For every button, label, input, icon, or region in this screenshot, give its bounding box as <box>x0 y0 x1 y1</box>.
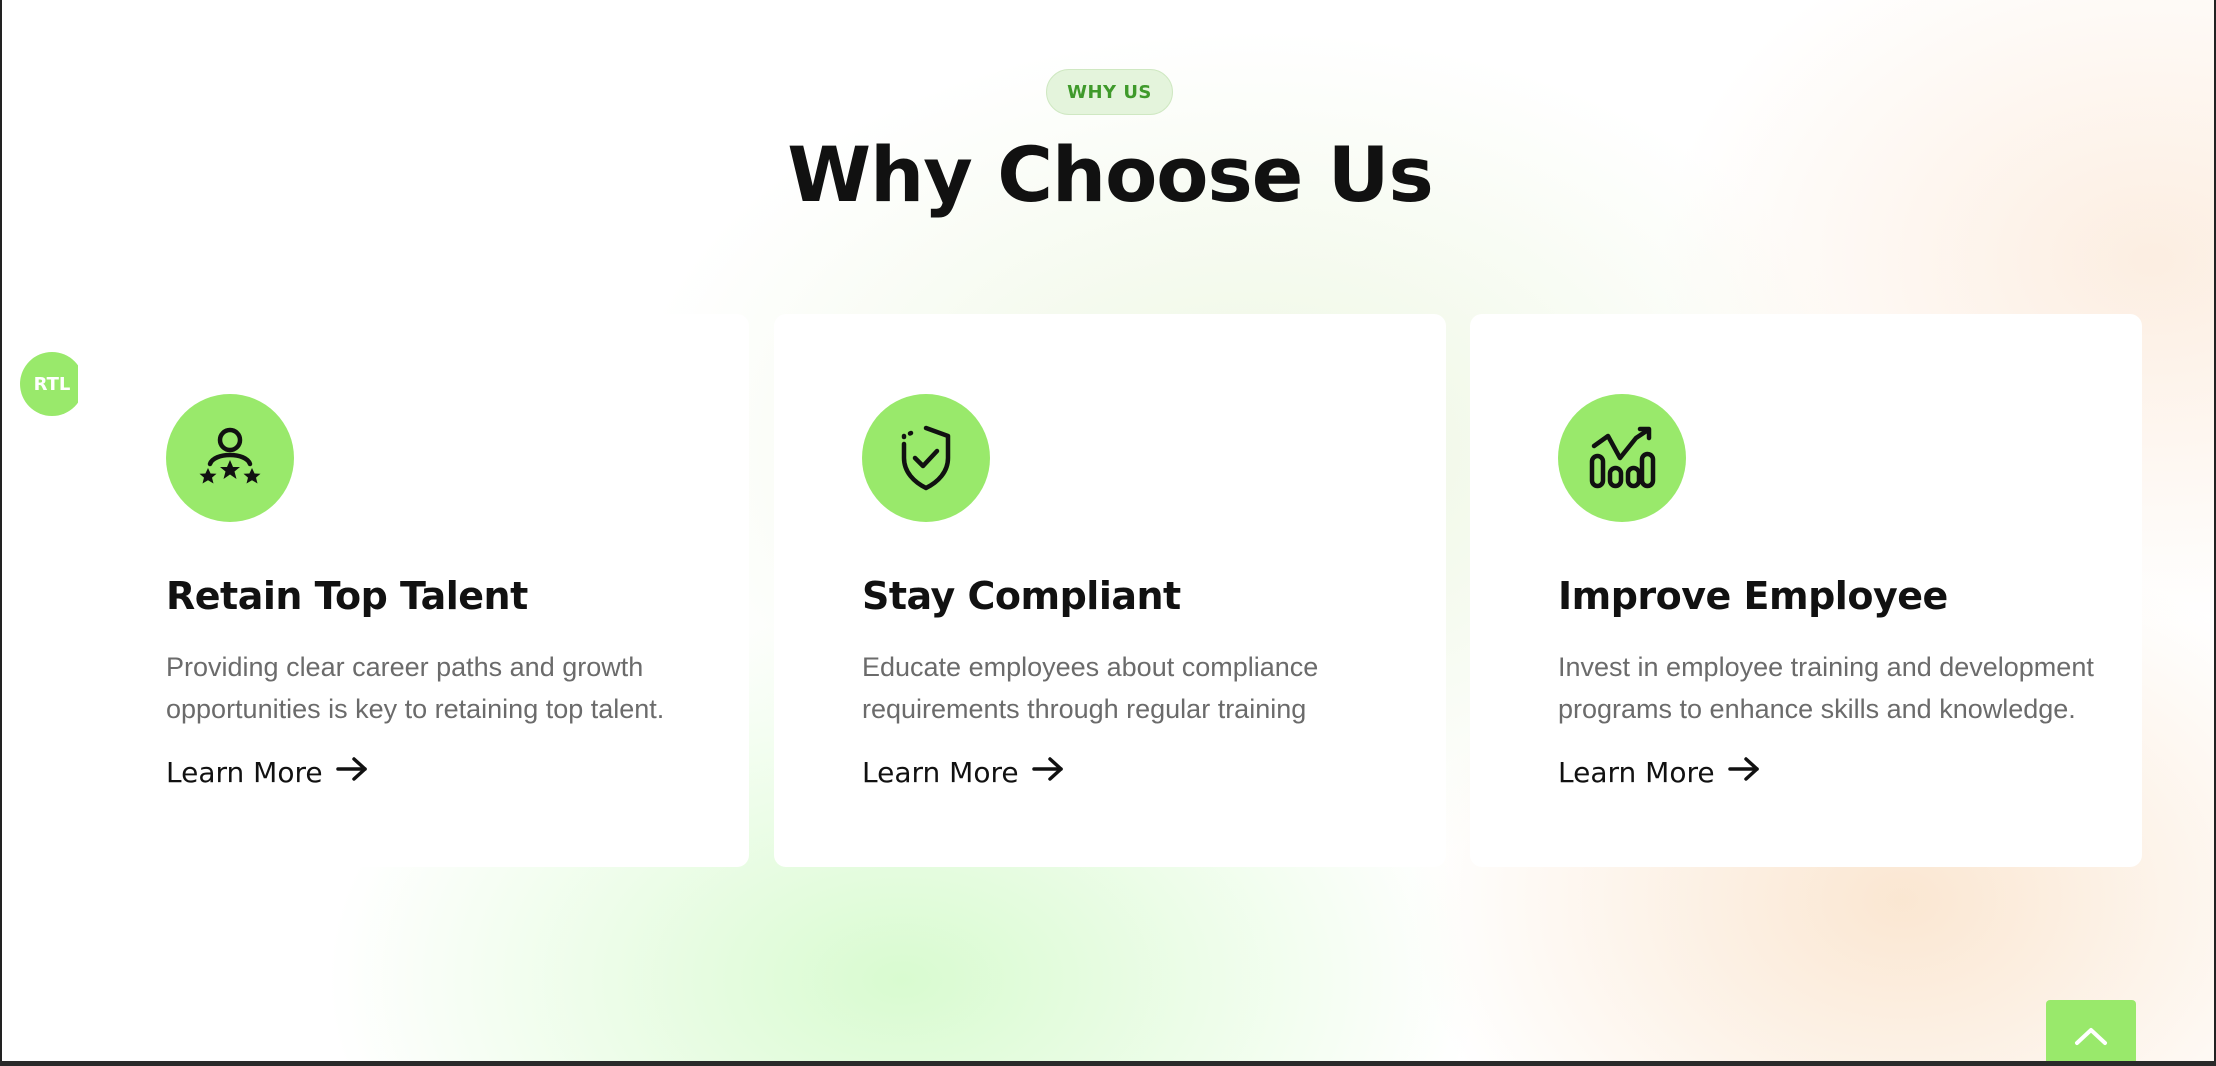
arrow-right-icon <box>335 756 369 789</box>
feature-card-retain-talent: Retain Top Talent Providing clear career… <box>78 314 749 867</box>
chevron-up-icon <box>2075 1028 2107 1045</box>
why-choose-us-section: WHY US Why Choose Us RTL Retain Top Tale… <box>0 0 2216 1061</box>
feature-icon-circle <box>1558 394 1686 522</box>
window-bottom-border <box>0 1061 2216 1066</box>
feature-icon-circle <box>862 394 990 522</box>
feature-icon-circle <box>166 394 294 522</box>
learn-more-label: Learn More <box>862 756 1019 789</box>
feature-card-improve-employee: Improve Employee Invest in employee trai… <box>1470 314 2142 867</box>
card-title: Improve Employee <box>1558 574 1948 618</box>
learn-more-link[interactable]: Learn More <box>1558 756 1761 789</box>
learn-more-label: Learn More <box>1558 756 1715 789</box>
user-stars-icon <box>199 427 261 484</box>
arrow-right-icon <box>1031 756 1065 789</box>
learn-more-label: Learn More <box>166 756 323 789</box>
shield-check-icon <box>901 425 951 491</box>
rtl-toggle-button[interactable]: RTL <box>20 352 84 416</box>
growth-chart-icon <box>1589 426 1656 489</box>
section-badge: WHY US <box>1046 69 1173 115</box>
scroll-to-top-button[interactable] <box>2046 1000 2136 1061</box>
card-description: Educate employees about compliance requi… <box>862 652 1319 724</box>
learn-more-link[interactable]: Learn More <box>166 756 369 789</box>
card-title: Retain Top Talent <box>166 574 528 618</box>
feature-card-stay-compliant: Stay Compliant Educate employees about c… <box>774 314 1446 867</box>
card-title: Stay Compliant <box>862 574 1181 618</box>
arrow-right-icon <box>1727 756 1761 789</box>
card-description: Invest in employee training and developm… <box>1558 652 2094 724</box>
card-description: Providing clear career paths and growth … <box>166 652 665 724</box>
section-title: Why Choose Us <box>787 130 1433 219</box>
learn-more-link[interactable]: Learn More <box>862 756 1065 789</box>
